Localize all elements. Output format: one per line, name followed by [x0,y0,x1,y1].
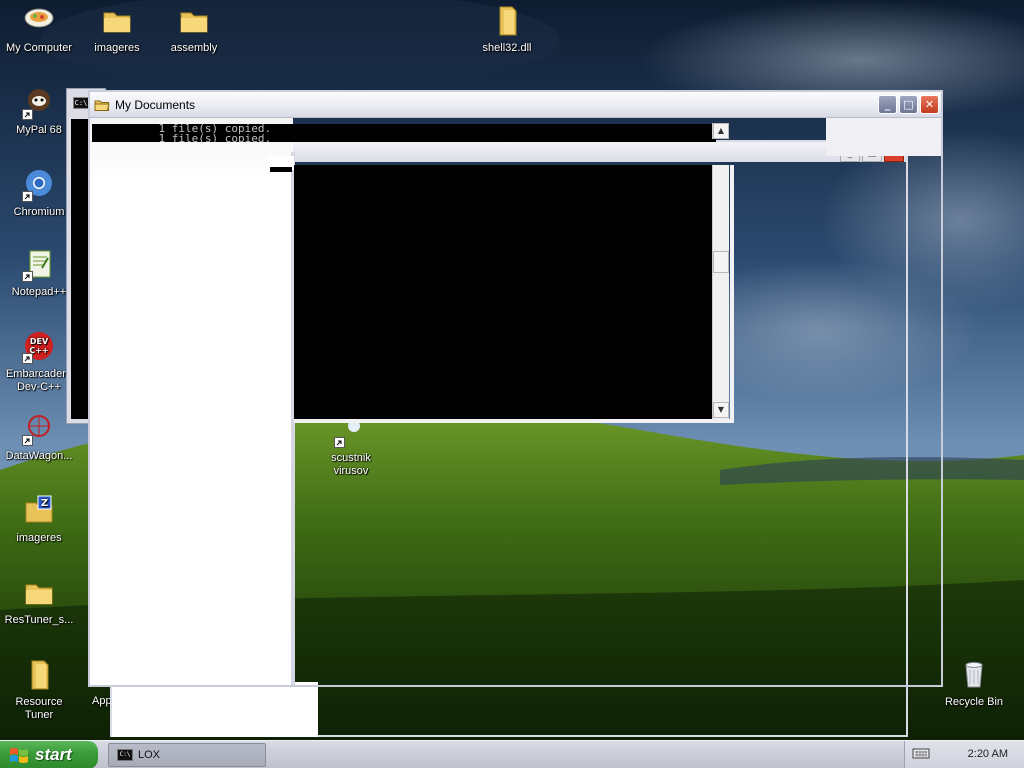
desktop-icon-label: DataWagon... [5,450,73,462]
desktop-icon-shell32[interactable]: shell32.dll [467,4,547,55]
file-folder-icon [490,4,524,38]
my-documents-titlebar[interactable]: My Documents _ □ ✕ [90,92,941,118]
clock[interactable]: 2:20 AM [968,748,1008,760]
console-corner [270,156,294,172]
taskbar-item-label: LOX [138,749,161,761]
desktop-icon-my-computer[interactable]: My Computer [0,4,79,55]
mypal-icon [22,86,56,120]
ghost-window-pane [112,682,318,737]
folder-icon [22,576,56,610]
shortcut-arrow-icon [22,271,33,282]
svg-text:DEV: DEV [30,337,49,346]
console-line: 1 file(s) copied. [132,132,272,142]
desktop-icon-label: shell32.dll [482,42,532,54]
maximize-button[interactable]: □ [899,95,918,114]
desktop-icon-resource-tuner[interactable]: Resource Tuner [0,658,79,722]
recycle-bin-icon [957,658,991,692]
desktop-icon-label: imageres [16,532,62,544]
scroll-down-button[interactable]: ▼ [713,402,729,418]
toolbar-area [826,118,941,156]
desktop-icon-recycle-bin[interactable]: Recycle Bin [934,658,1014,709]
taskbar: start C:\ LOX 2:20 AM [0,740,1024,768]
console-top-scrollbar[interactable]: ▲ [712,123,729,139]
folder-open-icon [94,98,110,112]
minimize-button[interactable]: _ [878,95,897,114]
notepadpp-icon [22,248,56,282]
keyboard-icon[interactable] [912,746,930,760]
shortcut-arrow-icon [22,353,33,364]
devcpp-icon: DEV C++ [22,330,56,364]
desktop-icon-label: imageres [94,42,140,54]
close-button[interactable]: ✕ [920,95,939,114]
datawagon-icon [22,412,56,446]
console-scrollbar[interactable]: ▼ [712,165,729,419]
desktop-icon-label: Recycle Bin [944,696,1004,708]
svg-text:Z: Z [41,498,48,509]
folder-icon [177,4,211,38]
scroll-up-button[interactable]: ▲ [713,123,729,139]
desktop-icon-label: My Computer [5,42,73,54]
desktop-icon-imageres-folder[interactable]: imageres [77,4,157,55]
desktop-icon-assembly-folder[interactable]: assembly [154,4,234,55]
scroll-thumb[interactable] [713,251,729,273]
cmd-icon: C:\ [73,97,89,109]
shortcut-arrow-icon [22,435,33,446]
my-computer-icon [22,4,56,38]
desktop-icon-restuner-folder[interactable]: ResTuner_s... [0,576,79,627]
console-window-body[interactable] [294,165,714,419]
start-label: start [35,745,72,764]
folder-icon [100,4,134,38]
console-frame [730,165,734,423]
desktop-icon-label: ResTuner_s... [4,614,74,626]
cmd-icon: C:\ [117,749,133,761]
shortcut-arrow-icon [22,109,33,120]
window-title: My Documents [115,97,196,112]
chromium-icon [22,168,56,202]
task-pane [90,178,293,685]
start-button[interactable]: start [0,741,98,768]
desktop-icon-label: assembly [170,42,218,54]
file-folder-icon [22,658,56,692]
console-output: 1 file(s) copied. 1 file(s) copied. [92,124,716,142]
desktop-icon-imageres-archive[interactable]: Z imageres [0,494,79,545]
shortcut-arrow-icon [22,191,33,202]
taskbar-item-lox[interactable]: C:\ LOX [108,743,266,767]
console-frame [294,419,734,423]
archive-folder-icon: Z [22,494,56,528]
windows-flag-icon [8,745,30,765]
